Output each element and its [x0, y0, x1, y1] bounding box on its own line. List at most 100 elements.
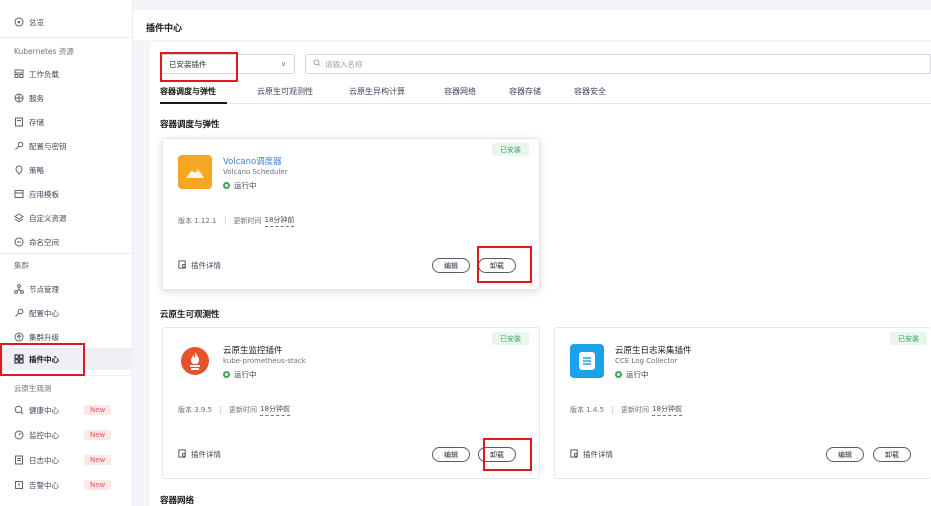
overview-icon	[14, 17, 24, 27]
sidebar-item-config-secret[interactable]: 配置与密钥	[14, 138, 67, 154]
sidebar-item-alarm-center[interactable]: 告警中心 New	[14, 477, 112, 493]
plugin-name[interactable]: Volcano调度器	[223, 155, 282, 167]
version-value: 3.9.5	[194, 406, 213, 414]
sidebar-item-label: 健康中心	[29, 405, 59, 415]
updated-value: 18分钟前	[260, 404, 290, 416]
status-text: 运行中	[234, 181, 257, 190]
sidebar-item-overview[interactable]: 总览	[14, 14, 44, 30]
edit-button[interactable]: 编辑	[826, 447, 864, 462]
plugin-panel: 已安装插件 ∨ 请输入名称 容器调度与弹性 云原生可观测性 云原生异构计算 容器…	[150, 42, 931, 506]
sidebar-item-label: 插件中心	[29, 354, 59, 364]
sidebar-item-plugin-center[interactable]: 插件中心	[0, 348, 133, 370]
sidebar-item-custom-resource[interactable]: 自定义资源	[14, 210, 67, 226]
globe-icon	[14, 93, 24, 103]
storage-icon	[14, 117, 24, 127]
divider	[224, 217, 226, 225]
grid-icon	[14, 354, 24, 364]
divider	[220, 406, 222, 414]
sidebar-item-label: 存储	[29, 117, 44, 127]
sidebar-item-app-template[interactable]: 应用模板	[14, 186, 59, 202]
config-icon	[14, 308, 24, 318]
plugin-status: 运行中	[615, 369, 649, 380]
edit-button[interactable]: 编辑	[432, 258, 470, 273]
version-label: 版本	[178, 406, 192, 414]
sidebar-item-storage[interactable]: 存储	[14, 114, 44, 130]
section-title-network: 容器网络	[160, 496, 195, 506]
tab-security[interactable]: 容器安全	[574, 86, 606, 97]
plugin-card-volcano[interactable]: 已安装 Volcano调度器 Volcano Scheduler 运行中 版本 …	[162, 138, 540, 290]
node-icon	[14, 284, 24, 294]
plugin-meta: 版本 1.4.5 更新时间 18分钟前	[570, 404, 682, 416]
sidebar-item-label: 节点管理	[29, 284, 59, 294]
plugin-subtitle: CCE Log Collector	[615, 357, 678, 365]
running-status-icon	[223, 182, 230, 189]
installed-tag: 已安装	[492, 143, 529, 156]
edit-button[interactable]: 编辑	[432, 447, 470, 462]
new-badge: New	[84, 455, 112, 465]
version-value: 1.4.5	[586, 406, 605, 414]
sidebar-item-label: 应用模板	[29, 189, 59, 199]
chevron-down-icon: ∨	[280, 60, 286, 68]
installed-filter-select[interactable]: 已安装插件 ∨	[160, 54, 295, 74]
policy-icon	[14, 165, 24, 175]
sidebar-item-node-management[interactable]: 节点管理	[14, 281, 59, 297]
divider	[0, 375, 133, 376]
key-icon	[14, 141, 24, 151]
sidebar-item-monitor-center[interactable]: 监控中心 New	[14, 427, 112, 443]
tab-active-indicator	[160, 102, 227, 104]
section-title-scheduling: 容器调度与弹性	[160, 120, 220, 130]
sidebar-item-label: 告警中心	[29, 480, 59, 490]
updated-label: 更新时间	[229, 406, 258, 414]
plugin-card-prometheus[interactable]: 已安装 云原生监控插件 kube-prometheus-stack 运行中 版本…	[162, 327, 540, 479]
sidebar-item-label: 监控中心	[29, 430, 59, 440]
sidebar-item-log-center[interactable]: 日志中心 New	[14, 452, 112, 468]
health-icon	[14, 405, 24, 415]
uninstall-button[interactable]: 卸载	[478, 447, 516, 462]
plugin-details-link[interactable]: 插件详情	[570, 449, 613, 460]
sidebar-item-label: 配置与密钥	[29, 141, 67, 151]
sidebar-group-k8s: Kubernetes 资源	[14, 47, 74, 56]
sidebar-group-observability: 云原生观测	[14, 384, 52, 393]
plugin-details-link[interactable]: 插件详情	[178, 260, 221, 271]
sidebar-item-policy[interactable]: 策略	[14, 162, 44, 178]
sidebar-item-label: 自定义资源	[29, 213, 67, 223]
tab-storage[interactable]: 容器存储	[509, 86, 541, 97]
plugin-details-link[interactable]: 插件详情	[178, 449, 221, 460]
sidebar-item-plugin-center-inner: 插件中心	[14, 351, 59, 367]
sidebar-item-service[interactable]: 服务	[14, 90, 44, 106]
sidebar-item-cluster-upgrade[interactable]: 集群升级	[14, 329, 59, 345]
tab-observability[interactable]: 云原生可观测性	[257, 86, 313, 97]
divider	[0, 37, 133, 38]
plugin-subtitle: kube-prometheus-stack	[223, 357, 306, 365]
sidebar: 总览 Kubernetes 资源 工作负载 服务 存储 配置与密钥 策略 应用模…	[0, 0, 133, 506]
sidebar-item-health-center[interactable]: 健康中心 New	[14, 402, 112, 418]
plugin-card-log-collector[interactable]: 已安装 云原生日志采集插件 CCE Log Collector 运行中 版本 1…	[554, 327, 931, 479]
prometheus-logo-icon	[178, 344, 212, 378]
sidebar-item-config-center[interactable]: 配置中心	[14, 305, 59, 321]
running-status-icon	[615, 371, 622, 378]
tab-network[interactable]: 容器网络	[444, 86, 476, 97]
version-value: 1.12.1	[194, 217, 217, 225]
layers-icon	[14, 213, 24, 223]
sidebar-item-namespace[interactable]: 命名空间	[14, 234, 59, 250]
search-input[interactable]: 请输入名称	[305, 54, 931, 74]
new-badge: New	[84, 405, 112, 415]
details-icon	[178, 260, 187, 271]
volcano-logo-icon	[178, 155, 212, 189]
search-placeholder: 请输入名称	[325, 59, 363, 69]
sidebar-item-workload[interactable]: 工作负载	[14, 66, 59, 82]
log-icon	[14, 455, 24, 465]
workload-icon	[14, 69, 24, 79]
running-status-icon	[223, 371, 230, 378]
select-value: 已安装插件	[169, 59, 207, 69]
uninstall-button[interactable]: 卸载	[478, 258, 516, 273]
search-icon	[313, 59, 321, 69]
sidebar-item-label: 服务	[29, 93, 44, 103]
section-title-observability: 云原生可观测性	[160, 310, 220, 320]
uninstall-button[interactable]: 卸载	[873, 447, 911, 462]
tab-heterogeneous-compute[interactable]: 云原生异构计算	[349, 86, 405, 97]
plugin-name[interactable]: 云原生日志采集插件	[615, 344, 692, 356]
tab-scheduling[interactable]: 容器调度与弹性	[160, 86, 216, 97]
plugin-name[interactable]: 云原生监控插件	[223, 344, 283, 356]
new-badge: New	[84, 480, 112, 490]
